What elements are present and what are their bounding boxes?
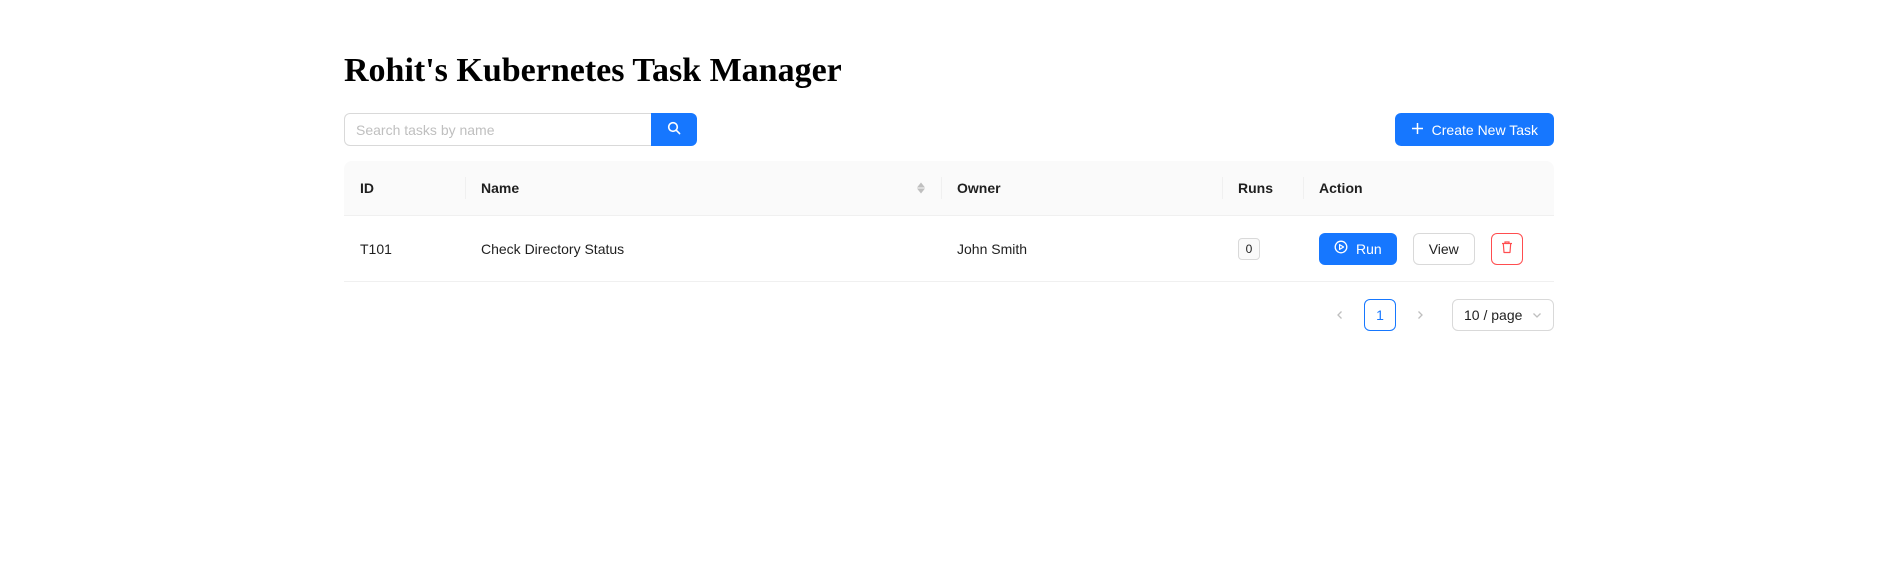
column-header-action: Action [1303,161,1554,215]
search-icon [667,121,681,138]
page-size-select[interactable]: 10 / page [1452,299,1554,331]
create-new-task-label: Create New Task [1431,121,1538,138]
cell-owner: John Smith [957,240,1028,257]
page-title: Rohit's Kubernetes Task Manager [344,52,842,89]
chevron-down-icon [1532,307,1542,323]
cell-actions: Run View [1303,232,1554,265]
cell-name: Check Directory Status [481,240,625,257]
column-header-id: ID [360,180,374,196]
chevron-left-icon[interactable] [1324,299,1356,331]
chevron-right-icon[interactable] [1404,299,1436,331]
cell-id: T101 [360,240,392,257]
tasks-table: ID Name Owner Runs Action T101 Check Dir… [344,161,1554,282]
table-row: T101 Check Directory Status John Smith 0… [344,216,1554,282]
pagination: 1 10 / page [1324,299,1554,331]
column-header-runs: Runs [1222,161,1303,215]
toolbar: Create New Task [344,113,1554,146]
search-button[interactable] [651,113,697,146]
sort-icon[interactable] [917,182,925,194]
column-header-name-label: Name [481,180,520,196]
cell-runs: 0 [1222,237,1303,260]
play-circle-icon [1334,240,1348,257]
run-button-label: Run [1356,240,1382,257]
table-header: ID Name Owner Runs Action [344,161,1554,216]
search-input[interactable] [344,113,651,146]
plus-icon [1411,122,1424,138]
page-item-1[interactable]: 1 [1364,299,1396,331]
column-header-name[interactable]: Name [465,161,941,215]
column-header-owner: Owner [941,161,1222,215]
page-size-value: 10 / page [1464,307,1523,323]
run-button[interactable]: Run [1319,232,1397,265]
trash-icon [1500,240,1514,257]
delete-button[interactable] [1490,232,1523,265]
view-button[interactable]: View [1412,232,1475,265]
runs-count-tag: 0 [1238,237,1260,260]
create-new-task-button[interactable]: Create New Task [1394,113,1554,146]
search-group [344,113,697,146]
